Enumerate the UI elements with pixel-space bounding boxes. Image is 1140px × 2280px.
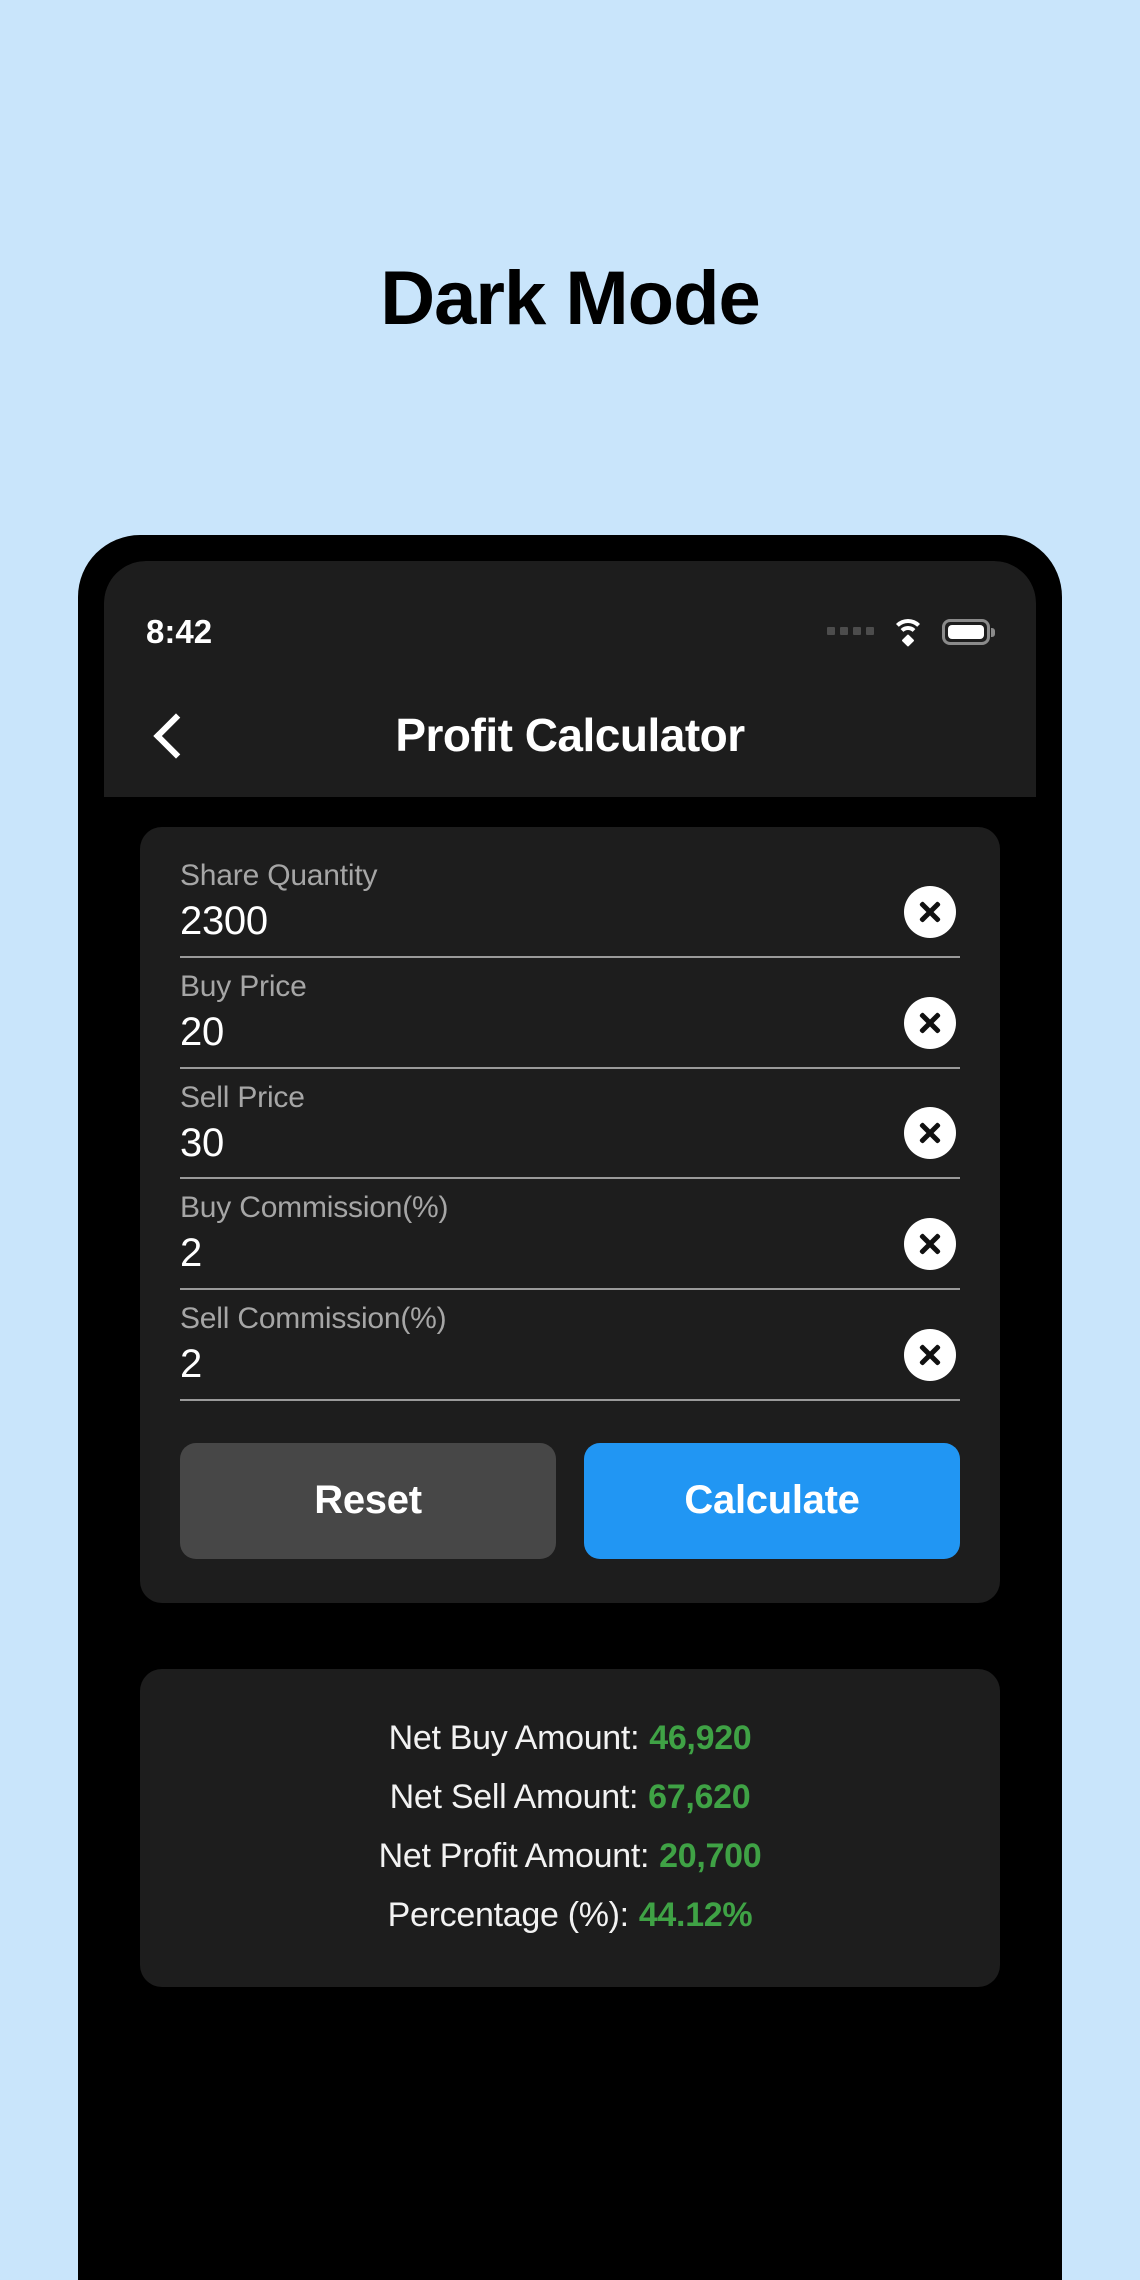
field-buy-price: Buy Price 20 bbox=[180, 958, 960, 1069]
result-row-net-profit: Net Profit Amount: 20,700 bbox=[180, 1827, 960, 1886]
result-value: 67,620 bbox=[648, 1777, 751, 1816]
field-label: Share Quantity bbox=[180, 859, 378, 892]
result-row-net-buy: Net Buy Amount: 46,920 bbox=[180, 1709, 960, 1768]
page-root: Dark Mode 8:42 Profit Calculator Share Q… bbox=[0, 0, 1140, 2280]
app-bar-title: Profit Calculator bbox=[395, 709, 745, 761]
input-form-card: Share Quantity 2300 Buy Price 20 Sell Pr… bbox=[140, 827, 1000, 1603]
top-bar: 8:42 Profit Calculator bbox=[104, 561, 1036, 797]
clear-circle-icon[interactable] bbox=[904, 1107, 956, 1160]
result-label: Net Profit Amount: bbox=[378, 1836, 650, 1875]
result-label: Net Sell Amount: bbox=[389, 1777, 639, 1816]
sell-commission-input[interactable]: 2 bbox=[180, 1342, 904, 1387]
status-time: 8:42 bbox=[146, 613, 213, 650]
clear-circle-icon[interactable] bbox=[904, 996, 956, 1049]
app-bar: Profit Calculator bbox=[104, 673, 1036, 797]
result-value: 20,700 bbox=[659, 1836, 762, 1875]
result-value: 46,920 bbox=[649, 1718, 752, 1757]
reset-button[interactable]: Reset bbox=[180, 1442, 556, 1559]
buy-commission-input[interactable]: 2 bbox=[180, 1231, 904, 1276]
phone-frame: 8:42 Profit Calculator Share Quantity 23… bbox=[78, 535, 1062, 2280]
clear-circle-icon[interactable] bbox=[904, 885, 956, 938]
field-label: Sell Commission(%) bbox=[180, 1302, 447, 1336]
signal-dots-icon bbox=[827, 626, 874, 638]
share-quantity-input[interactable]: 2300 bbox=[180, 899, 904, 944]
results-card: Net Buy Amount: 46,920 Net Sell Amount: … bbox=[140, 1668, 1000, 1987]
sell-price-input[interactable]: 30 bbox=[180, 1121, 904, 1166]
status-indicators bbox=[827, 619, 995, 647]
result-label: Percentage (%): bbox=[387, 1895, 629, 1934]
page-title: Dark Mode bbox=[380, 256, 761, 341]
wifi-icon bbox=[891, 619, 925, 647]
result-row-percentage: Percentage (%): 44.12% bbox=[180, 1886, 960, 1945]
clear-circle-icon[interactable] bbox=[904, 1218, 956, 1271]
field-label: Buy Price bbox=[180, 969, 307, 1003]
buy-price-input[interactable]: 20 bbox=[180, 1010, 904, 1055]
field-sell-price: Sell Price 30 bbox=[180, 1069, 960, 1180]
clear-circle-icon[interactable] bbox=[904, 1328, 956, 1381]
field-sell-commission: Sell Commission(%) 2 bbox=[180, 1290, 960, 1401]
screen-content: Share Quantity 2300 Buy Price 20 Sell Pr… bbox=[104, 827, 1036, 2280]
result-row-net-sell: Net Sell Amount: 67,620 bbox=[180, 1768, 960, 1827]
field-label: Buy Commission(%) bbox=[180, 1191, 449, 1225]
form-actions: Reset Calculate bbox=[180, 1442, 960, 1559]
phone-screen: 8:42 Profit Calculator Share Quantity 23… bbox=[104, 561, 1036, 2280]
calculate-button[interactable]: Calculate bbox=[584, 1442, 960, 1559]
result-label: Net Buy Amount: bbox=[388, 1718, 640, 1757]
status-bar: 8:42 bbox=[104, 561, 1036, 673]
result-value: 44.12% bbox=[638, 1895, 753, 1934]
field-buy-commission: Buy Commission(%) 2 bbox=[180, 1179, 960, 1291]
field-label: Sell Price bbox=[180, 1080, 305, 1114]
battery-icon bbox=[942, 619, 995, 645]
field-share-quantity: Share Quantity 2300 bbox=[180, 859, 960, 958]
